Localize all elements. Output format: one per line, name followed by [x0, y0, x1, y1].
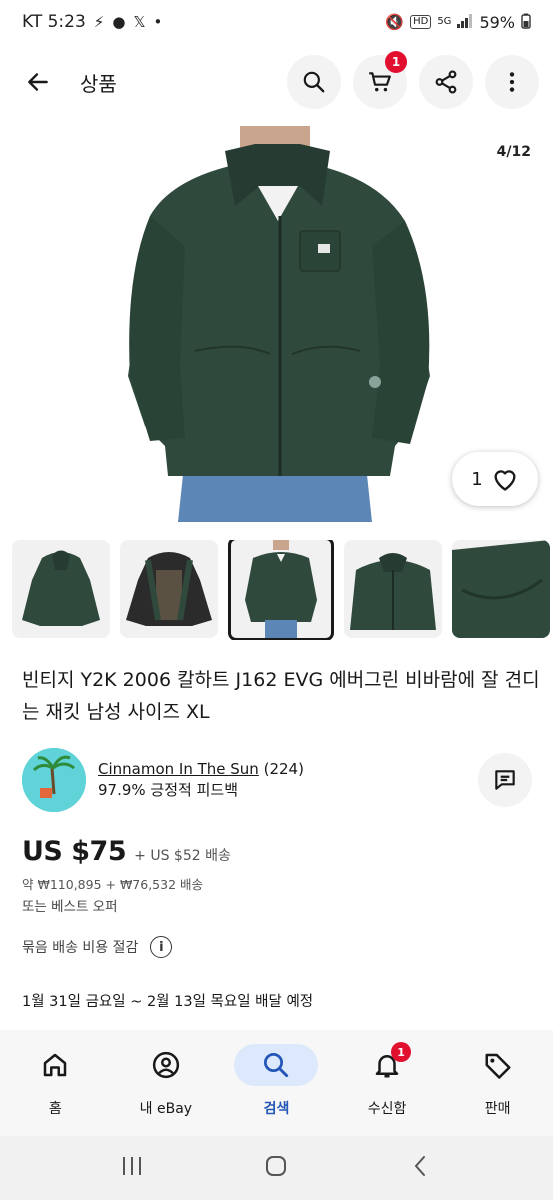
home-icon [44, 1053, 67, 1077]
inbox-badge: 1 [391, 1042, 412, 1062]
info-icon[interactable]: i [150, 936, 173, 958]
heart-icon [494, 470, 516, 491]
bolt-icon: ⚡ [93, 12, 105, 31]
signal-icon [457, 13, 473, 31]
status-bar: KT 5:23 ⚡ ● 𝕏 • 🔇 HD 5G 59% [0, 0, 553, 44]
nav-sell[interactable]: 판매 [442, 1030, 553, 1136]
home-system-button[interactable] [264, 1154, 288, 1182]
nav-search-label: 검색 [263, 1101, 290, 1117]
thumbnail-4-selected[interactable] [228, 540, 334, 640]
nav-my-ebay-label: 내 eBay [139, 1101, 193, 1117]
nav-inbox-label: 수신함 [367, 1101, 407, 1117]
tag-icon [485, 1053, 511, 1079]
x-app-icon: 𝕏 [133, 12, 146, 31]
seller-review-count: (224) [263, 760, 304, 778]
mute-icon: 🔇 [385, 12, 405, 31]
home-circle-icon [266, 1156, 287, 1176]
thumbnail-5[interactable] [344, 540, 442, 638]
profile-icon [152, 1051, 180, 1079]
seller-feedback: 97.9% 긍정적 피드백 [98, 781, 238, 799]
nav-search[interactable]: 검색 [221, 1030, 332, 1136]
price: US $75 [22, 836, 127, 867]
nav-my-ebay[interactable]: 내 eBay [111, 1030, 222, 1136]
watch-count: 1 [471, 468, 483, 490]
hd-icon: HD [410, 15, 432, 29]
system-back-button[interactable] [409, 1154, 433, 1182]
app-bar: 상품 1 [0, 51, 553, 112]
krw-conversion: 약 ₩110,895 + ₩76,532 배송 [22, 877, 204, 892]
thumbnail-1[interactable] [12, 540, 110, 638]
search-icon [264, 1053, 289, 1078]
arrow-left-icon [28, 73, 48, 91]
dot-icon: • [153, 12, 163, 31]
search-button[interactable] [287, 55, 341, 109]
messenger-icon: ● [112, 12, 126, 31]
bundle-shipping-label: 묶음 배송 비용 절감 [22, 940, 139, 956]
back-button[interactable] [18, 62, 58, 102]
contact-seller-button[interactable] [478, 753, 532, 807]
seller-card[interactable]: Cinnamon In The Sun (224) 97.9% 긍정적 피드백 [22, 748, 532, 812]
chevron-left-icon [414, 1156, 425, 1176]
more-vertical-icon [509, 72, 515, 92]
delivery-estimate: 1월 31일 금요일 ~ 2월 13일 목요일 배달 예정 [22, 994, 314, 1010]
shipping-cost: + US $52 배송 [134, 848, 231, 864]
bottom-navigation: 홈 내 eBay 검색 1 수신함 판매 [0, 1030, 553, 1136]
battery-icon [521, 13, 531, 32]
recent-apps-button[interactable] [120, 1155, 144, 1181]
cart-button[interactable]: 1 [353, 51, 407, 109]
page-title: 상품 [80, 71, 117, 96]
5g-icon: 5G [437, 16, 452, 27]
cart-icon [369, 72, 391, 92]
more-options-button[interactable] [485, 55, 539, 109]
message-icon [495, 770, 515, 790]
battery-percent: 59% [479, 12, 515, 32]
bundle-shipping[interactable]: 묶음 배송 비용 절감 i [22, 936, 173, 958]
image-counter: 4/12 [496, 144, 531, 160]
watchlist-button[interactable]: 1 [452, 452, 538, 506]
cart-badge: 1 [385, 51, 407, 73]
price-row: US $75 + US $52 배송 [22, 836, 231, 867]
nav-inbox[interactable]: 1 수신함 [332, 1030, 443, 1136]
search-icon [303, 71, 325, 93]
recent-apps-icon [123, 1157, 142, 1175]
listing-title: 빈티지 Y2K 2006 칼하트 J162 EVG 에버그린 비바람에 잘 견디… [22, 669, 540, 723]
seller-avatar[interactable] [22, 748, 86, 812]
thumbnail-2[interactable] [120, 540, 218, 638]
thumbnail-strip [12, 540, 553, 640]
thumbnail-6[interactable] [452, 540, 550, 638]
system-navigation-bar [0, 1136, 553, 1200]
best-offer-text: 또는 베스트 오퍼 [22, 899, 118, 915]
share-button[interactable] [419, 55, 473, 109]
nav-home-label: 홈 [48, 1101, 62, 1117]
seller-name-link[interactable]: Cinnamon In The Sun [98, 760, 259, 778]
share-icon [435, 70, 457, 94]
nav-home[interactable]: 홈 [0, 1030, 111, 1136]
carrier-time: KT 5:23 [22, 12, 86, 32]
nav-sell-label: 판매 [484, 1101, 511, 1117]
